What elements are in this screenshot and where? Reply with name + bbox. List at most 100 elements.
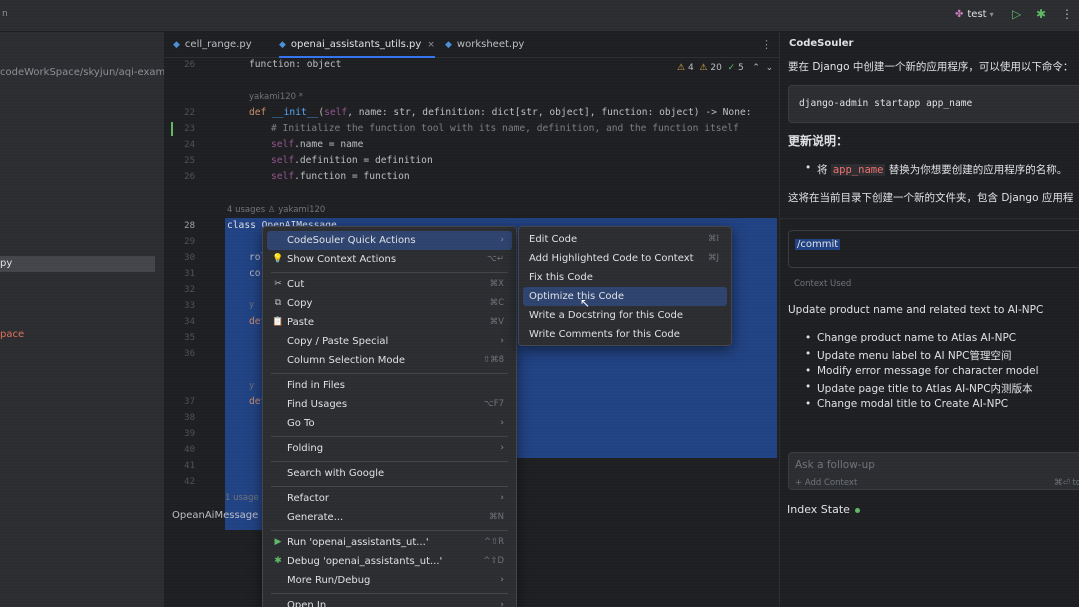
chevron-right-icon: › — [500, 336, 504, 346]
project-path[interactable]: codeWorkSpace/skyjun/aqi-example — [0, 67, 164, 78]
quick-actions-submenu: Edit Code ⌘I Add Highlighted Code to Conte… — [518, 226, 732, 346]
menu-item-label: Run 'openai_assistants_ut...' — [287, 537, 429, 548]
menu-item-run-openai-assistants-ut[interactable]: ▶ Run 'openai_assistants_ut...' ^⇧R — [267, 533, 512, 552]
submenu-item-edit-code[interactable]: Edit Code ⌘I — [523, 230, 727, 249]
menu-item-folding[interactable]: Folding › — [267, 439, 512, 458]
menu-item-cut[interactable]: ✂ Cut ⌘X — [267, 275, 512, 294]
chevron-down-icon[interactable]: ⌄ — [766, 63, 774, 73]
status-dot-icon — [854, 507, 860, 513]
menu-icon: ✱ — [274, 556, 282, 566]
code-token: .name = name — [294, 139, 364, 150]
index-state-label: Index State — [787, 503, 850, 516]
menu-item-codesouler-quick-actions[interactable]: CodeSouler Quick Actions › — [267, 231, 512, 250]
list-item-text: 替换为你想要创建的应用程序的名称。 — [885, 164, 1068, 176]
menu-item-more-run-debug[interactable]: More Run/Debug › — [267, 571, 512, 590]
menu-item-go-to[interactable]: Go To › — [267, 414, 512, 433]
editor-tabs: ◆ cell_range.py ◆ openai_assistants_utils.… — [165, 32, 779, 58]
list-item: Update page title to Atlas AI-NPC内测版本 — [805, 381, 1033, 396]
chevron-up-icon[interactable]: ⌃ — [752, 63, 760, 73]
menu-item-copy-paste-special[interactable]: Copy / Paste Special › — [267, 332, 512, 351]
menu-item-column-selection-mode[interactable]: Column Selection Mode ⇧⌘8 — [267, 351, 512, 370]
menu-item-label: Paste — [287, 317, 314, 328]
project-tree-selected-item[interactable]: py — [0, 256, 155, 272]
line-number: 22 — [184, 108, 195, 118]
followup-input[interactable]: Ask a follow-up + Add Context ⌘⏎ to — [788, 452, 1079, 490]
submenu-item-add-highlighted-code-to-context[interactable]: Add Highlighted Code to Context ⌘J — [523, 249, 727, 268]
run-icon[interactable]: ▷ — [1012, 7, 1026, 23]
menu-item-debug-openai-assistants-ut[interactable]: ✱ Debug 'openai_assistants_ut...' ^⇧D — [267, 552, 512, 571]
menu-item-label: Find in Files — [287, 380, 345, 391]
menu-icon: ▶ — [274, 537, 282, 547]
code-line: function: object — [249, 59, 342, 70]
context-used-toggle[interactable]: Context Used — [794, 279, 851, 289]
vcs-change-marker[interactable] — [171, 122, 173, 136]
close-icon[interactable]: × — [427, 40, 435, 50]
inspections-widget[interactable]: ⚠ 4 ⚠ 20 ✓ 5 ⌃ ⌄ — [677, 63, 773, 73]
tab-openai-assistants-utils[interactable]: ◆ openai_assistants_utils.py × — [279, 32, 435, 58]
menu-shortcut: ⇧⌘8 — [482, 355, 504, 365]
chat-text: Update product name and related text to … — [788, 304, 1044, 316]
menu-shortcut: ^⇧D — [483, 556, 504, 566]
menu-item-copy[interactable]: ⧉ Copy ⌘C — [267, 294, 512, 313]
debug-icon[interactable]: ✱ — [1036, 7, 1050, 23]
chevron-right-icon: › — [500, 418, 504, 428]
chat-text: 要在 Django 中创建一个新的应用程序，可以使用以下命令： — [788, 61, 1074, 73]
weak-warning-count: 20 — [710, 63, 722, 73]
add-context-button[interactable]: + Add Context — [795, 478, 857, 488]
list-item: Modify error message for character model — [805, 365, 1038, 377]
tab-more-icon[interactable]: ⋮ — [761, 38, 772, 51]
chevron-right-icon: › — [500, 575, 504, 585]
user-message[interactable]: /commit — [788, 230, 1079, 268]
project-menu[interactable]: n — [2, 9, 8, 19]
breadcrumb[interactable]: OpeanAiMessage — [172, 510, 258, 521]
menu-shortcut: ⌘C — [489, 298, 504, 308]
menu-item-label: Open In — [287, 600, 327, 607]
menu-item-paste[interactable]: 📋 Paste ⌘V — [267, 313, 512, 332]
tab-worksheet[interactable]: ◆ worksheet.py — [445, 32, 524, 58]
menu-item-label: Fix this Code — [529, 272, 593, 283]
weak-warning-icon: ⚠ — [699, 63, 708, 73]
menu-item-refactor[interactable]: Refactor › — [267, 489, 512, 508]
menu-item-find-in-files[interactable]: Find in Files — [267, 376, 512, 395]
code-snippet-text: django-admin startapp app_name — [799, 98, 973, 109]
more-options-icon[interactable]: ⋮ — [1061, 7, 1073, 23]
submenu-item-optimize-this-code[interactable]: Optimize this Code — [523, 287, 727, 306]
project-tree-item[interactable]: pace — [0, 329, 24, 340]
menu-shortcut: ⌥F7 — [483, 399, 504, 409]
menu-item-search-with-google[interactable]: Search with Google — [267, 464, 512, 483]
menu-shortcut: ⌘I — [707, 234, 719, 244]
submenu-item-write-comments-for-this-code[interactable]: Write Comments for this Code — [523, 325, 727, 344]
panel-title: CodeSouler — [789, 38, 854, 49]
project-tree-selected-label: py — [0, 258, 13, 269]
menu-item-generate[interactable]: Generate... ⌘N — [267, 508, 512, 527]
menu-item-show-context-actions[interactable]: 💡 Show Context Actions ⌥↵ — [267, 250, 512, 269]
line-number: 26 — [184, 60, 195, 70]
list-item: Change product name to Atlas AI-NPC — [805, 332, 1016, 344]
menu-icon: ⧉ — [274, 298, 282, 308]
code-token: .definition = definition — [294, 155, 433, 166]
menu-item-label: Refactor — [287, 493, 329, 504]
tab-label: worksheet.py — [456, 39, 525, 50]
submenu-item-write-a-docstring-for-this-code[interactable]: Write a Docstring for this Code — [523, 306, 727, 325]
menu-separator — [271, 461, 508, 462]
line-number: 33 — [184, 301, 195, 311]
mouse-cursor-icon: ↖ — [580, 296, 591, 310]
menu-item-label: Search with Google — [287, 468, 385, 479]
run-configuration-selector[interactable]: ✤ test ▾ — [955, 9, 994, 20]
usages-hint[interactable]: 4 usages ♙ yakami120 — [227, 205, 325, 215]
check-icon: ✓ — [727, 63, 736, 73]
send-hint: ⌘⏎ to — [1054, 478, 1079, 488]
slash-command: /commit — [795, 239, 841, 250]
chevron-right-icon: › — [500, 600, 504, 607]
menu-shortcut: ^⇧R — [483, 537, 504, 547]
chevron-right-icon: › — [500, 235, 504, 245]
python-file-icon: ◆ — [445, 40, 452, 50]
code-snippet[interactable]: django-admin startapp app_name — [788, 85, 1079, 123]
menu-item-label: Optimize this Code — [529, 291, 625, 302]
submenu-item-fix-this-code[interactable]: Fix this Code — [523, 268, 727, 287]
menu-item-find-usages[interactable]: Find Usages ⌥F7 — [267, 395, 512, 414]
line-number: 28 — [184, 221, 195, 231]
tab-cell-range[interactable]: ◆ cell_range.py — [173, 32, 252, 58]
usages-hint[interactable]: 1 usage — [225, 493, 259, 503]
menu-item-open-in[interactable]: Open In › — [267, 596, 512, 607]
